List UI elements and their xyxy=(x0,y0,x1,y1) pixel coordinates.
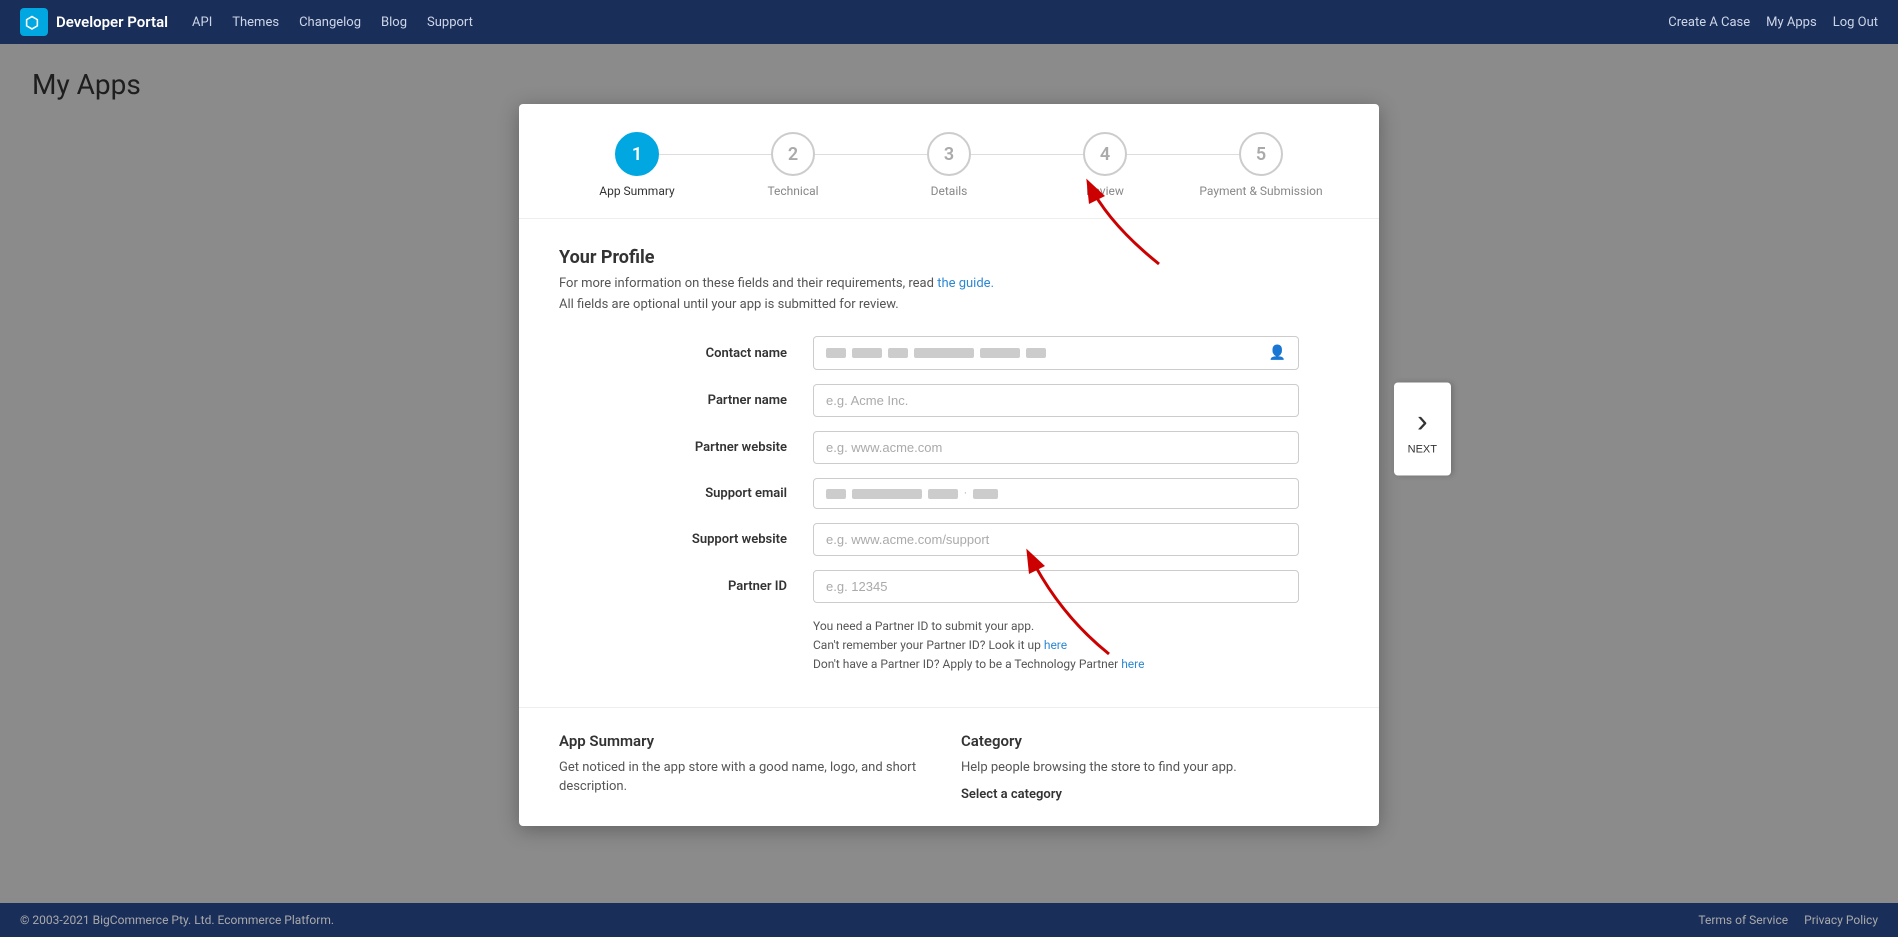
step-5-label: Payment & Submission xyxy=(1199,184,1322,198)
brand-name: Developer Portal xyxy=(56,13,168,31)
partner-id-label: Partner ID xyxy=(599,579,799,594)
modal-bottom: App Summary Get noticed in the app store… xyxy=(519,707,1379,827)
nav-support[interactable]: Support xyxy=(427,15,473,30)
partner-id-input[interactable] xyxy=(813,570,1299,603)
redact-block-2 xyxy=(852,348,882,358)
profile-form: Contact name 👤 Partner na xyxy=(599,336,1299,675)
modal-overlay: 1 App Summary 2 Technical 3 Details 4 Re… xyxy=(0,44,1898,937)
modal-dialog: 1 App Summary 2 Technical 3 Details 4 Re… xyxy=(519,104,1379,826)
step-3: 3 Details xyxy=(871,132,1027,198)
optional-note: All fields are optional until your app i… xyxy=(559,297,1339,312)
top-navigation: ⬡ Developer Portal API Themes Changelog … xyxy=(0,0,1898,44)
bottom-right: Category Help people browsing the store … xyxy=(961,732,1339,803)
email-redact-3 xyxy=(928,489,958,499)
redact-block-1 xyxy=(826,348,846,358)
email-redact-1 xyxy=(826,489,846,499)
partner-id-help-3: Don't have a Partner ID? Apply to be a T… xyxy=(813,655,1299,674)
next-button[interactable]: › NEXT xyxy=(1394,382,1451,475)
lookup-link[interactable]: here xyxy=(1044,638,1067,652)
step-4: 4 Review xyxy=(1027,132,1183,198)
footer: © 2003-2021 BigCommerce Pty. Ltd. Ecomme… xyxy=(0,903,1898,937)
nav-my-apps-top[interactable]: My Apps xyxy=(1766,15,1817,30)
step-4-circle: 4 xyxy=(1083,132,1127,176)
guide-link[interactable]: the guide. xyxy=(937,276,994,291)
bottom-left: App Summary Get noticed in the app store… xyxy=(559,732,937,803)
nav-api[interactable]: API xyxy=(192,15,212,30)
step-3-label: Details xyxy=(931,184,968,198)
logo-area: ⬡ Developer Portal xyxy=(20,8,168,36)
next-label: NEXT xyxy=(1408,443,1437,455)
footer-links: Terms of Service Privacy Policy xyxy=(1698,913,1878,927)
svg-text:⬡: ⬡ xyxy=(25,13,39,32)
step-4-label: Review xyxy=(1086,184,1124,198)
bottom-app-summary-text: Get noticed in the app store with a good… xyxy=(559,758,937,797)
nav-themes[interactable]: Themes xyxy=(232,15,279,30)
email-redact-2 xyxy=(852,489,922,499)
bottom-app-summary-title: App Summary xyxy=(559,732,937,750)
contact-person-icon: 👤 xyxy=(1269,345,1286,361)
modal-body: Your Profile For more information on the… xyxy=(519,219,1379,707)
nav-changelog[interactable]: Changelog xyxy=(299,15,361,30)
support-email-redacted[interactable]: · xyxy=(813,478,1299,509)
support-website-input[interactable] xyxy=(813,523,1299,556)
redact-block-4 xyxy=(914,348,974,358)
partner-website-label: Partner website xyxy=(599,440,799,455)
nav-right: Create A Case My Apps Log Out xyxy=(1668,15,1878,30)
partner-name-input[interactable] xyxy=(813,384,1299,417)
partner-id-help-1: You need a Partner ID to submit your app… xyxy=(813,617,1299,636)
bottom-category-text: Help people browsing the store to find y… xyxy=(961,758,1339,778)
email-redact-4 xyxy=(973,489,998,499)
footer-privacy[interactable]: Privacy Policy xyxy=(1804,913,1878,927)
partner-id-help: You need a Partner ID to submit your app… xyxy=(813,617,1299,675)
nav-logout[interactable]: Log Out xyxy=(1833,15,1878,30)
redact-block-3 xyxy=(888,348,908,358)
section-desc: For more information on these fields and… xyxy=(559,276,1339,291)
step-2: 2 Technical xyxy=(715,132,871,198)
step-5-circle: 5 xyxy=(1239,132,1283,176)
step-2-label: Technical xyxy=(767,184,818,198)
page-background: My Apps 1 App Summary 2 Technical 3 Deta… xyxy=(0,44,1898,937)
section-title: Your Profile xyxy=(559,247,1339,268)
support-website-label: Support website xyxy=(599,532,799,547)
contact-name-label: Contact name xyxy=(599,346,799,361)
nav-blog[interactable]: Blog xyxy=(381,15,407,30)
partner-name-label: Partner name xyxy=(599,393,799,408)
stepper: 1 App Summary 2 Technical 3 Details 4 Re… xyxy=(519,104,1379,219)
partner-website-input[interactable] xyxy=(813,431,1299,464)
footer-tos[interactable]: Terms of Service xyxy=(1698,913,1788,927)
step-1: 1 App Summary xyxy=(559,132,715,198)
contact-name-redacted[interactable]: 👤 xyxy=(813,336,1299,370)
partner-id-help-2: Can't remember your Partner ID? Look it … xyxy=(813,636,1299,655)
nav-create-case[interactable]: Create A Case xyxy=(1668,15,1750,30)
bottom-category-sub: Select a category xyxy=(961,787,1339,802)
bottom-category-title: Category xyxy=(961,732,1339,750)
redact-block-6 xyxy=(1026,348,1046,358)
step-5: 5 Payment & Submission xyxy=(1183,132,1339,198)
step-1-label: App Summary xyxy=(599,184,674,198)
step-3-circle: 3 xyxy=(927,132,971,176)
next-chevron-icon: › xyxy=(1417,402,1428,439)
contact-name-field-wrap: 👤 xyxy=(813,336,1299,370)
logo-icon: ⬡ xyxy=(20,8,48,36)
redact-block-5 xyxy=(980,348,1020,358)
email-dot: · xyxy=(964,487,967,500)
step-2-circle: 2 xyxy=(771,132,815,176)
support-email-label: Support email xyxy=(599,486,799,501)
nav-links: API Themes Changelog Blog Support xyxy=(192,15,1668,30)
footer-copyright: © 2003-2021 BigCommerce Pty. Ltd. Ecomme… xyxy=(20,913,334,927)
step-1-circle: 1 xyxy=(615,132,659,176)
apply-link[interactable]: here xyxy=(1121,657,1144,671)
